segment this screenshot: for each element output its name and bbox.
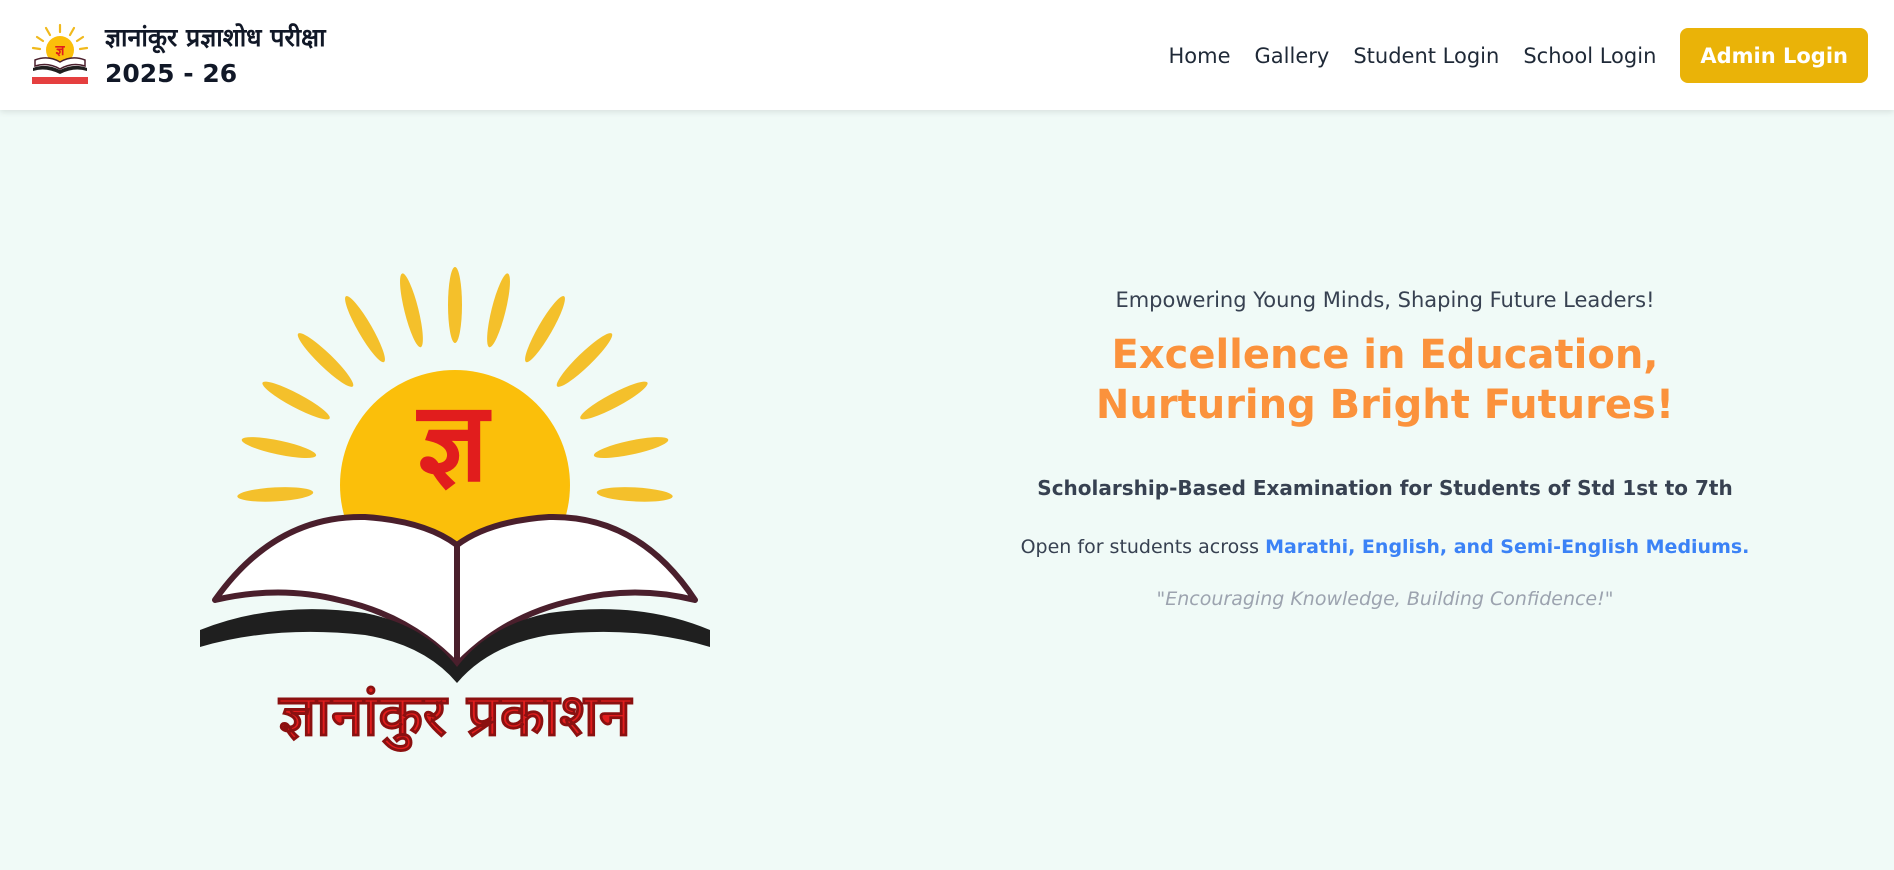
- hero-quote: "Encouraging Knowledge, Building Confide…: [1156, 588, 1614, 610]
- hero-tagline: Empowering Young Minds, Shaping Future L…: [1115, 288, 1655, 312]
- hero-text: Empowering Young Minds, Shaping Future L…: [1010, 285, 1760, 610]
- svg-text:ज्ञ: ज्ञ: [55, 43, 66, 59]
- hero-headline: Excellence in Education, Nurturing Brigh…: [1010, 330, 1760, 430]
- logo-glyph: ज्ञ: [416, 378, 492, 506]
- mediums-prefix: Open for students across: [1020, 536, 1266, 558]
- logo-wordmark: ज्ञानांकुर प्रकाशन: [278, 681, 633, 752]
- brand-logo-icon: ज्ञ: [28, 22, 92, 90]
- top-navbar: ज्ञ ज्ञानांकूर प्रज्ञाशोध परीक्षा 2025 -…: [0, 0, 1894, 110]
- brand-year: 2025 - 26: [105, 59, 238, 88]
- brand-title: ज्ञानांकूर प्रज्ञाशोध परीक्षा 2025 - 26: [105, 20, 326, 92]
- gyanankur-prakashan-logo: ज्ञ ज्ञानांकुर प्रकाशन: [200, 267, 710, 753]
- open-book-icon: [200, 513, 710, 683]
- nav-home-link[interactable]: Home: [1169, 44, 1231, 68]
- brand[interactable]: ज्ञ ज्ञानांकूर प्रज्ञाशोध परीक्षा 2025 -…: [28, 20, 326, 92]
- hero-mediums: Open for students across Marathi, Englis…: [1010, 536, 1760, 558]
- nav-student-login-link[interactable]: Student Login: [1353, 44, 1499, 68]
- nav-gallery-link[interactable]: Gallery: [1255, 44, 1330, 68]
- brand-title-text: ज्ञानांकूर प्रज्ञाशोध परीक्षा: [105, 23, 326, 52]
- hero-headline-line1: Excellence in Education,: [1111, 332, 1659, 378]
- nav-links: Home Gallery Student Login School Login …: [1169, 28, 1868, 83]
- hero-subheading: Scholarship-Based Examination for Studen…: [1037, 476, 1733, 500]
- nav-school-login-link[interactable]: School Login: [1523, 44, 1656, 68]
- admin-login-button[interactable]: Admin Login: [1680, 28, 1868, 83]
- mediums-highlight: Marathi, English, and Semi-English Mediu…: [1265, 536, 1750, 558]
- hero-headline-line2: Nurturing Bright Futures!: [1095, 382, 1675, 428]
